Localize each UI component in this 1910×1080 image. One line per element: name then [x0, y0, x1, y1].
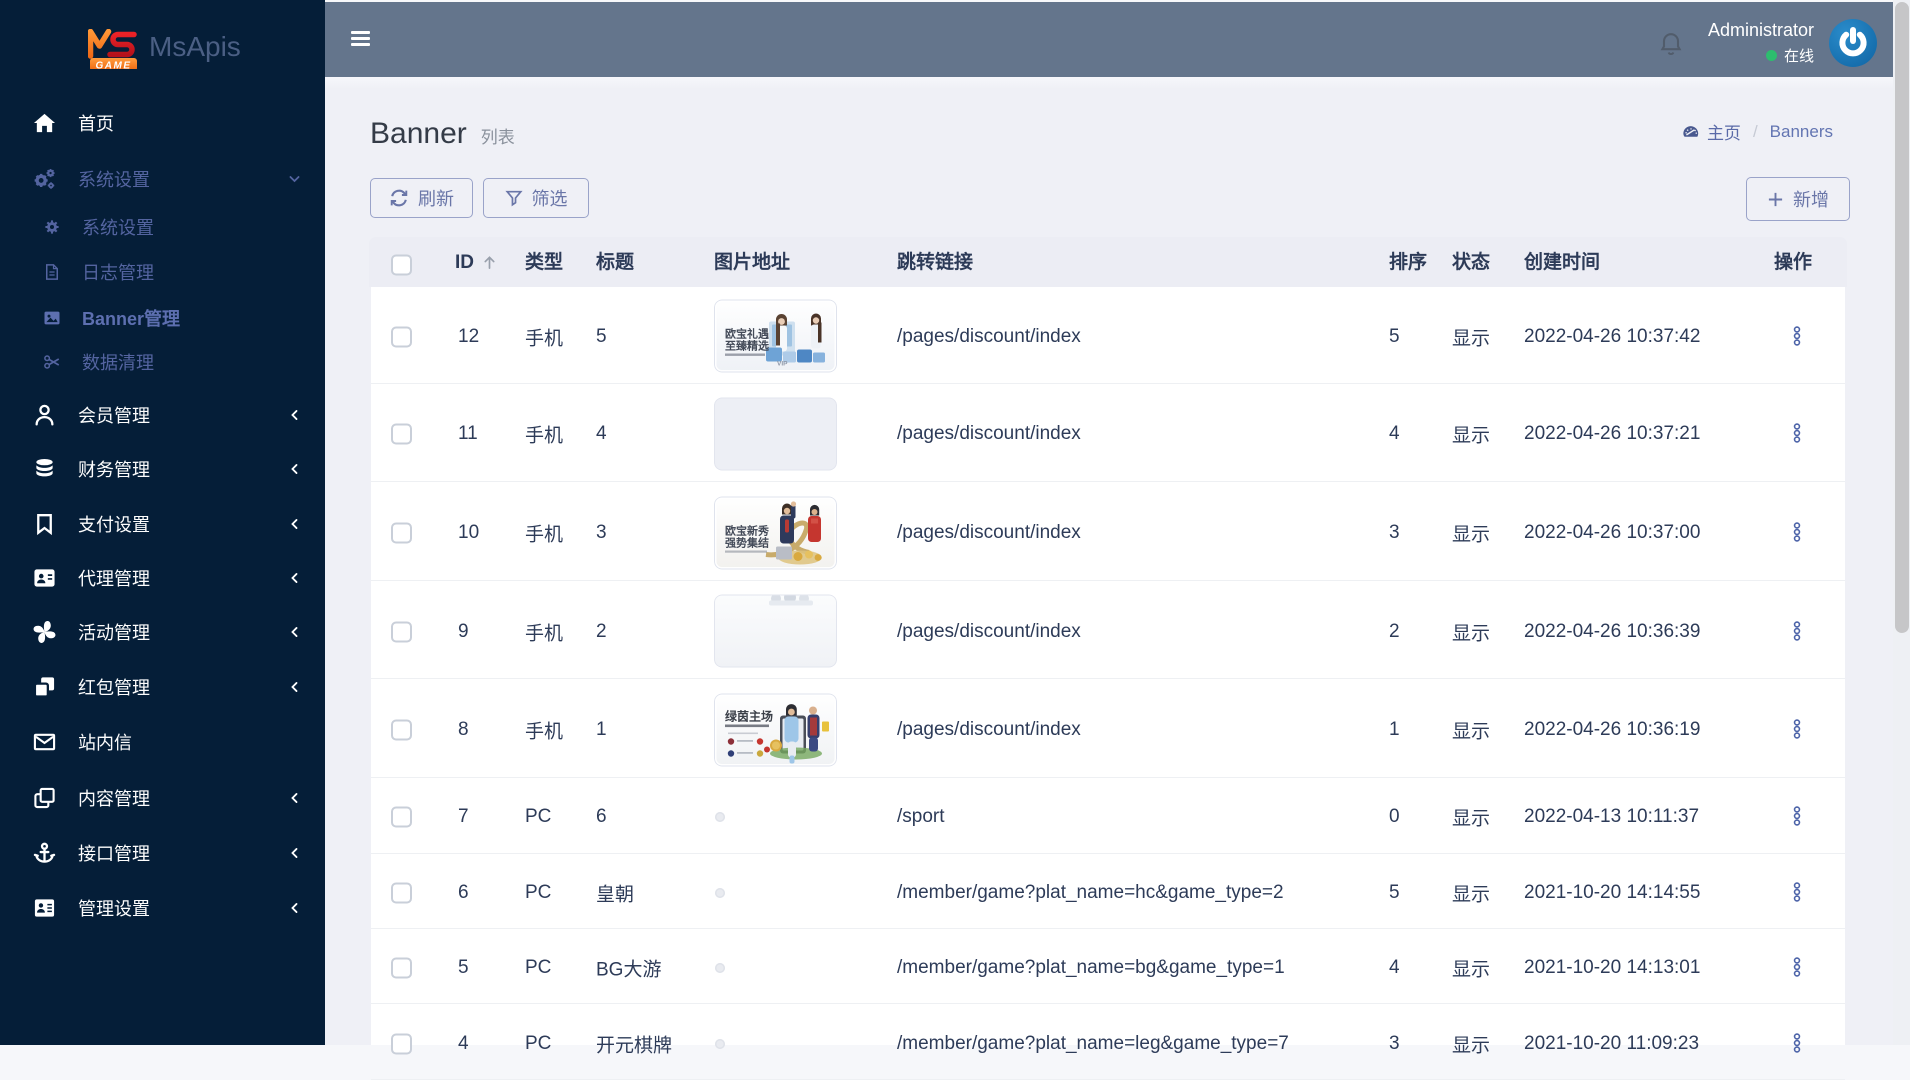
svg-text:强势集结: 强势集结: [725, 534, 769, 550]
svg-text:VIP: VIP: [777, 361, 788, 368]
svg-text:绿茵主场: 绿茵主场: [725, 707, 773, 724]
svg-text:至臻精选: 至臻精选: [725, 338, 769, 354]
svg-text:GAME: GAME: [96, 61, 132, 70]
